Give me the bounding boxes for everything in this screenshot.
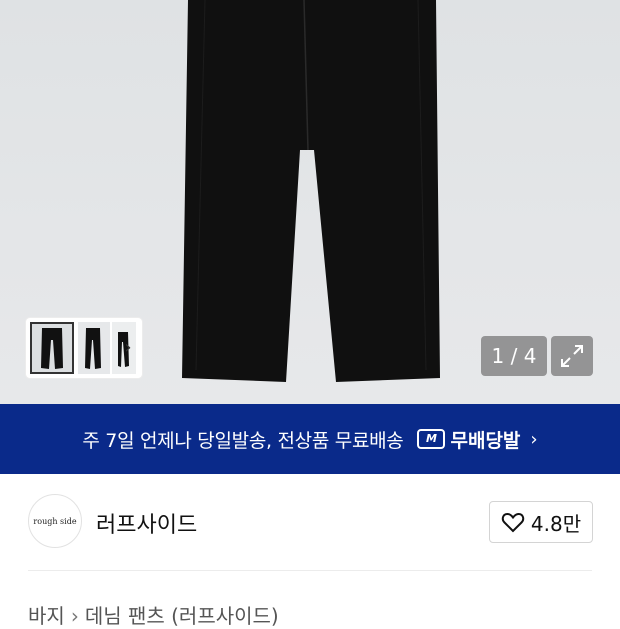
shop-logo-text: rough side: [33, 516, 77, 526]
breadcrumb-subcategory[interactable]: 데님 팬츠 (러프사이드): [85, 604, 279, 628]
heart-icon: [501, 512, 525, 533]
thumbnail-1[interactable]: [30, 322, 74, 374]
thumbnail-pants-icon: [41, 328, 63, 369]
divider: [28, 570, 592, 571]
chevron-right-icon: ›: [530, 428, 538, 450]
breadcrumb-category[interactable]: 바지: [28, 604, 65, 628]
image-counter: 1 / 4: [481, 336, 547, 376]
thumbnail-pants-icon: [85, 328, 101, 369]
like-count: 4.8만: [530, 511, 582, 536]
chevron-right-icon: ›: [70, 604, 79, 628]
like-button[interactable]: 4.8만: [489, 501, 593, 543]
shop-row[interactable]: rough side 러프사이드 4.8만: [0, 474, 620, 570]
expand-icon: [561, 345, 583, 367]
badge-label: 무배당발: [450, 429, 521, 452]
thumbnail-2[interactable]: [78, 322, 110, 374]
expand-button[interactable]: [551, 336, 593, 376]
delivery-banner[interactable]: 주 7일 언제나 당일발송, 전상품 무료배송 M 무배당발 ›: [0, 404, 620, 474]
delivery-logo-icon: M: [417, 429, 446, 449]
shop-logo[interactable]: rough side: [28, 494, 82, 548]
product-image-gallery[interactable]: › 1 / 4: [0, 0, 620, 404]
breadcrumb: 바지 › 데님 팬츠 (러프사이드): [28, 600, 279, 629]
shop-name[interactable]: 러프사이드: [96, 507, 197, 539]
free-delivery-badge: M 무배당발: [417, 426, 520, 453]
chevron-right-icon[interactable]: ›: [118, 338, 138, 358]
banner-text: 주 7일 언제나 당일발송, 전상품 무료배송: [82, 429, 404, 452]
